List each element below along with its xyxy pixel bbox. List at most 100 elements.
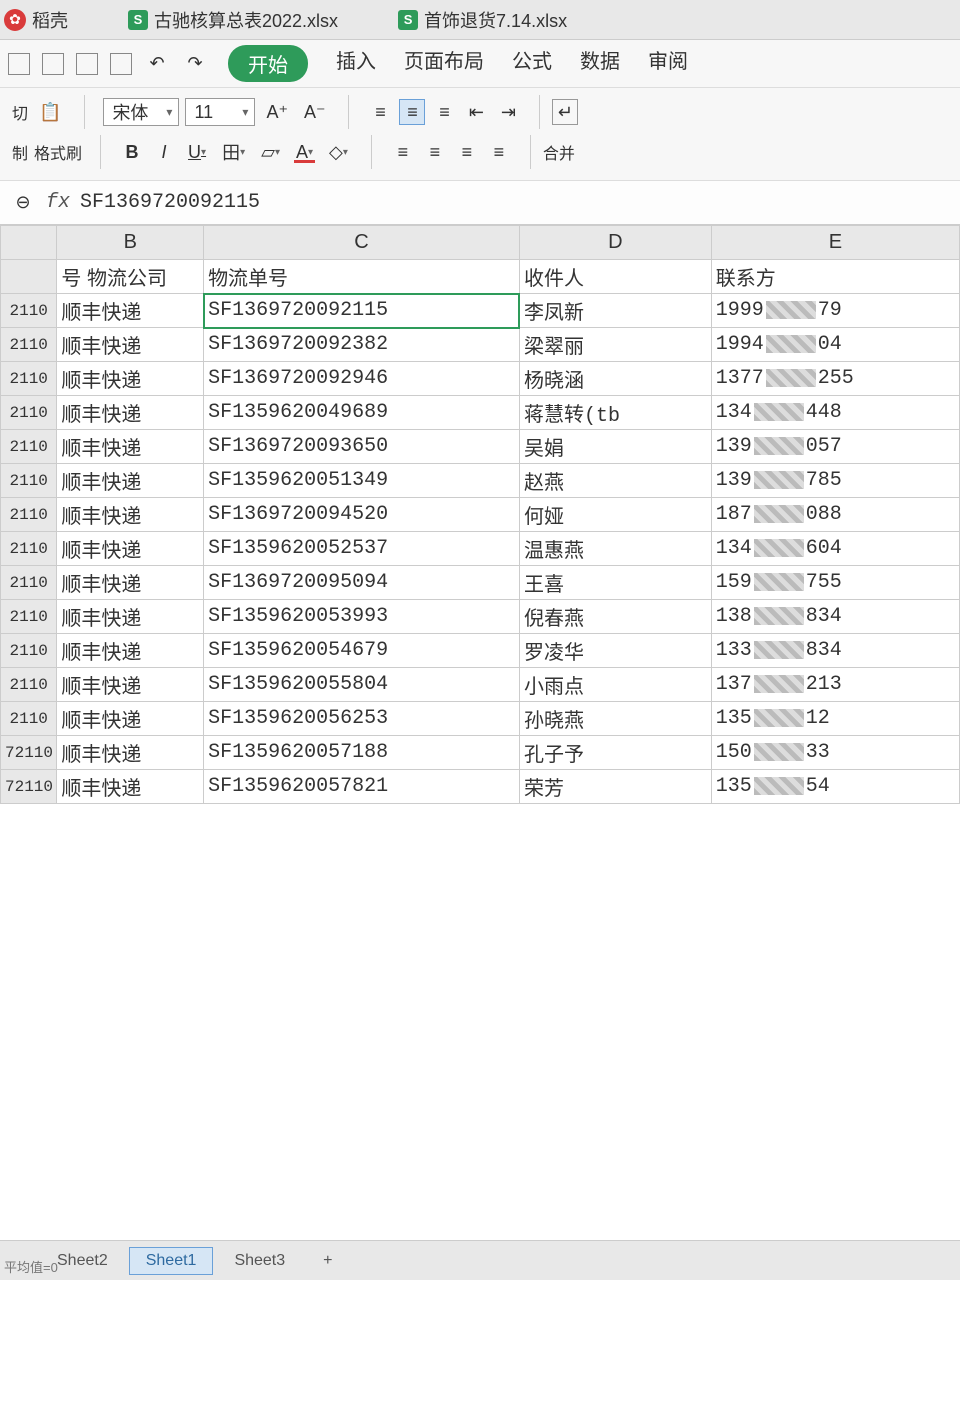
save-as-icon[interactable] <box>42 53 64 75</box>
preview-icon[interactable] <box>110 53 132 75</box>
table-row[interactable]: 2110顺丰快递SF1369720095094王喜159755 <box>1 566 960 600</box>
fill-color-button[interactable]: ▱ <box>256 139 285 165</box>
table-row[interactable]: 2110顺丰快递SF1369720092382梁翠丽199404 <box>1 328 960 362</box>
column-headers[interactable]: B C D E <box>1 226 960 260</box>
header-row[interactable]: 号 物流公司 物流单号 收件人 联系方 <box>1 260 960 294</box>
cell-tracking[interactable]: SF1359620054679 <box>204 634 520 668</box>
cell-company[interactable]: 顺丰快递 <box>57 668 204 702</box>
cell-company[interactable]: 顺丰快递 <box>57 430 204 464</box>
wrap-text-button[interactable]: ↵ <box>552 99 578 125</box>
table-row[interactable]: 2110顺丰快递SF1359620052537温惠燕134604 <box>1 532 960 566</box>
row-header[interactable]: 2110 <box>1 328 57 362</box>
table-row[interactable]: 2110顺丰快递SF1369720093650吴娟139057 <box>1 430 960 464</box>
cell-tracking[interactable]: SF1359620057188 <box>204 736 520 770</box>
cell-phone[interactable]: 1377255 <box>711 362 959 396</box>
cell-recipient[interactable]: 罗凌华 <box>519 634 711 668</box>
tab-formula[interactable]: 公式 <box>512 45 552 82</box>
align-justify-button[interactable]: ≡ <box>486 139 512 165</box>
bold-button[interactable]: B <box>119 139 145 165</box>
cell-company[interactable]: 顺丰快递 <box>57 464 204 498</box>
cell-company[interactable]: 顺丰快递 <box>57 362 204 396</box>
table-row[interactable]: 2110顺丰快递SF1369720092115李凤新199979 <box>1 294 960 328</box>
undo-button[interactable]: ↶ <box>144 51 170 77</box>
tab-insert[interactable]: 插入 <box>336 45 376 82</box>
cell-company[interactable]: 顺丰快递 <box>57 396 204 430</box>
cell-recipient[interactable]: 蒋慧转(tb <box>519 396 711 430</box>
row-header[interactable]: 72110 <box>1 770 57 804</box>
formula-value[interactable]: SF1369720092115 <box>80 191 950 214</box>
font-size-select[interactable]: 11 <box>185 98 255 126</box>
row-header[interactable]: 2110 <box>1 498 57 532</box>
align-top-button[interactable]: ≡ <box>367 99 393 125</box>
spreadsheet-grid[interactable]: B C D E 号 物流公司 物流单号 收件人 联系方 2110顺丰快递SF13… <box>0 225 960 1404</box>
row-header[interactable]: 72110 <box>1 736 57 770</box>
cell-recipient[interactable]: 孔子予 <box>519 736 711 770</box>
file-tab-1[interactable]: S 古驰核算总表2022.xlsx <box>128 7 338 33</box>
cell-tracking[interactable]: SF1359620051349 <box>204 464 520 498</box>
merge-cells-button[interactable]: 合并 <box>543 140 575 164</box>
sheet-tab-1[interactable]: Sheet1 <box>129 1247 214 1275</box>
cell-phone[interactable]: 139057 <box>711 430 959 464</box>
table-row[interactable]: 72110顺丰快递SF1359620057821荣芳13554 <box>1 770 960 804</box>
cell-recipient[interactable]: 何娅 <box>519 498 711 532</box>
file-tab-2[interactable]: S 首饰退货7.14.xlsx <box>398 7 567 33</box>
font-family-select[interactable]: 宋体 <box>103 98 179 126</box>
sheet-tab-3[interactable]: Sheet3 <box>217 1247 302 1275</box>
row-header[interactable]: 2110 <box>1 464 57 498</box>
cell-tracking[interactable]: SF1369720094520 <box>204 498 520 532</box>
cell-phone[interactable]: 134448 <box>711 396 959 430</box>
row-header[interactable]: 2110 <box>1 430 57 464</box>
cell-phone[interactable]: 139785 <box>711 464 959 498</box>
cell-recipient[interactable]: 孙晓燕 <box>519 702 711 736</box>
cell-recipient[interactable]: 李凤新 <box>519 294 711 328</box>
cell-tracking[interactable]: SF1359620056253 <box>204 702 520 736</box>
paste-icon[interactable]: 📋 <box>34 99 66 125</box>
table-row[interactable]: 2110顺丰快递SF1359620053993倪春燕138834 <box>1 600 960 634</box>
font-color-button[interactable]: A <box>291 139 318 165</box>
cell-recipient[interactable]: 赵燕 <box>519 464 711 498</box>
cell-phone[interactable]: 159755 <box>711 566 959 600</box>
cell-recipient[interactable]: 王喜 <box>519 566 711 600</box>
fx-label[interactable]: fx <box>46 191 70 214</box>
row-header[interactable]: 2110 <box>1 532 57 566</box>
row-header[interactable]: 2110 <box>1 396 57 430</box>
save-icon[interactable] <box>8 53 30 75</box>
row-header[interactable]: 2110 <box>1 634 57 668</box>
cell-recipient[interactable]: 荣芳 <box>519 770 711 804</box>
cell-tracking[interactable]: SF1359620052537 <box>204 532 520 566</box>
indent-increase-button[interactable]: ⇥ <box>495 99 521 125</box>
cell-tracking[interactable]: SF1359620053993 <box>204 600 520 634</box>
align-bottom-button[interactable]: ≡ <box>431 99 457 125</box>
zoom-out-icon[interactable]: ⊖ <box>10 190 36 216</box>
col-header-E[interactable]: E <box>711 226 959 260</box>
table-row[interactable]: 2110顺丰快递SF1359620051349赵燕139785 <box>1 464 960 498</box>
cell-tracking[interactable]: SF1359620049689 <box>204 396 520 430</box>
align-center-button[interactable]: ≡ <box>422 139 448 165</box>
cell-phone[interactable]: 13554 <box>711 770 959 804</box>
row-header[interactable]: 2110 <box>1 702 57 736</box>
align-right-button[interactable]: ≡ <box>454 139 480 165</box>
col-header-C[interactable]: C <box>204 226 520 260</box>
row-header[interactable]: 2110 <box>1 566 57 600</box>
cut-button[interactable]: 切 <box>12 100 28 124</box>
row-header[interactable]: 2110 <box>1 600 57 634</box>
format-painter-button[interactable]: 格式刷 <box>34 140 82 164</box>
tab-start[interactable]: 开始 <box>228 45 308 82</box>
row-header[interactable]: 2110 <box>1 294 57 328</box>
col-header-D[interactable]: D <box>519 226 711 260</box>
cell-company[interactable]: 顺丰快递 <box>57 566 204 600</box>
cell-tracking[interactable]: SF1359620057821 <box>204 770 520 804</box>
decrease-font-button[interactable]: A⁻ <box>299 99 331 125</box>
cell-phone[interactable]: 199404 <box>711 328 959 362</box>
cell-tracking[interactable]: SF1369720092115 <box>204 294 520 328</box>
increase-font-button[interactable]: A⁺ <box>261 99 293 125</box>
clear-format-button[interactable]: ◇ <box>324 139 353 165</box>
row-header[interactable]: 2110 <box>1 668 57 702</box>
tab-data[interactable]: 数据 <box>580 45 620 82</box>
cell-recipient[interactable]: 吴娟 <box>519 430 711 464</box>
cell-tracking[interactable]: SF1369720093650 <box>204 430 520 464</box>
cell-company[interactable]: 顺丰快递 <box>57 702 204 736</box>
table-row[interactable]: 2110顺丰快递SF1369720092946杨晓涵1377255 <box>1 362 960 396</box>
table-row[interactable]: 2110顺丰快递SF1359620056253孙晓燕13512 <box>1 702 960 736</box>
table-row[interactable]: 72110顺丰快递SF1359620057188孔子予15033 <box>1 736 960 770</box>
